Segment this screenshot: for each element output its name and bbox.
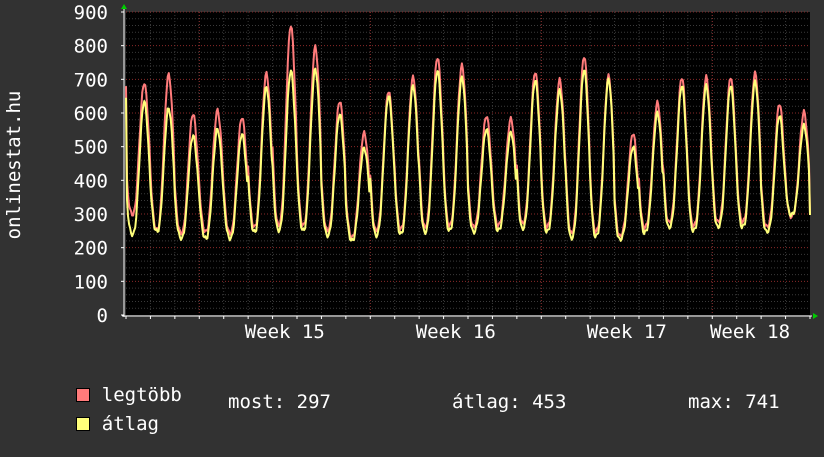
stat-max: max: 741 xyxy=(688,391,780,413)
x-tick-labels: Week 15 Week 16 Week 17 Week 18 xyxy=(245,321,790,343)
x-tick-label: Week 16 xyxy=(416,321,496,343)
y-tick-label: 400 xyxy=(74,170,108,192)
x-tick-label: Week 17 xyxy=(587,321,667,343)
legend-swatch-average xyxy=(75,417,90,431)
y-tick-label: 800 xyxy=(74,36,108,58)
y-tick-label: 100 xyxy=(74,271,108,293)
y-axis-label: onlinestat.hu xyxy=(3,91,25,240)
graph-canvas: 0 100 200 300 400 500 600 700 800 900 Week 15 Week… xyxy=(0,0,824,435)
y-tick-label: 0 xyxy=(97,305,108,327)
y-tick-label: 700 xyxy=(74,69,108,91)
x-axis-arrow xyxy=(813,313,818,319)
y-tick-label: 200 xyxy=(74,238,108,260)
y-tick-label: 500 xyxy=(74,137,108,159)
x-tick-label: Week 18 xyxy=(710,321,790,343)
legend-item-average: átlag xyxy=(30,391,159,457)
stat-average: átlag: 453 xyxy=(452,391,567,413)
x-tick-label: Week 15 xyxy=(245,321,325,343)
stat-current: most: 297 xyxy=(228,391,331,413)
y-tick-label: 300 xyxy=(74,204,108,226)
y-tick-label: 900 xyxy=(74,2,108,24)
y-tick-labels: 0 100 200 300 400 500 600 700 800 900 xyxy=(74,2,108,327)
y-tick-label: 600 xyxy=(74,103,108,125)
legend-label-average: átlag xyxy=(101,413,159,435)
y-axis-arrow xyxy=(121,4,127,9)
